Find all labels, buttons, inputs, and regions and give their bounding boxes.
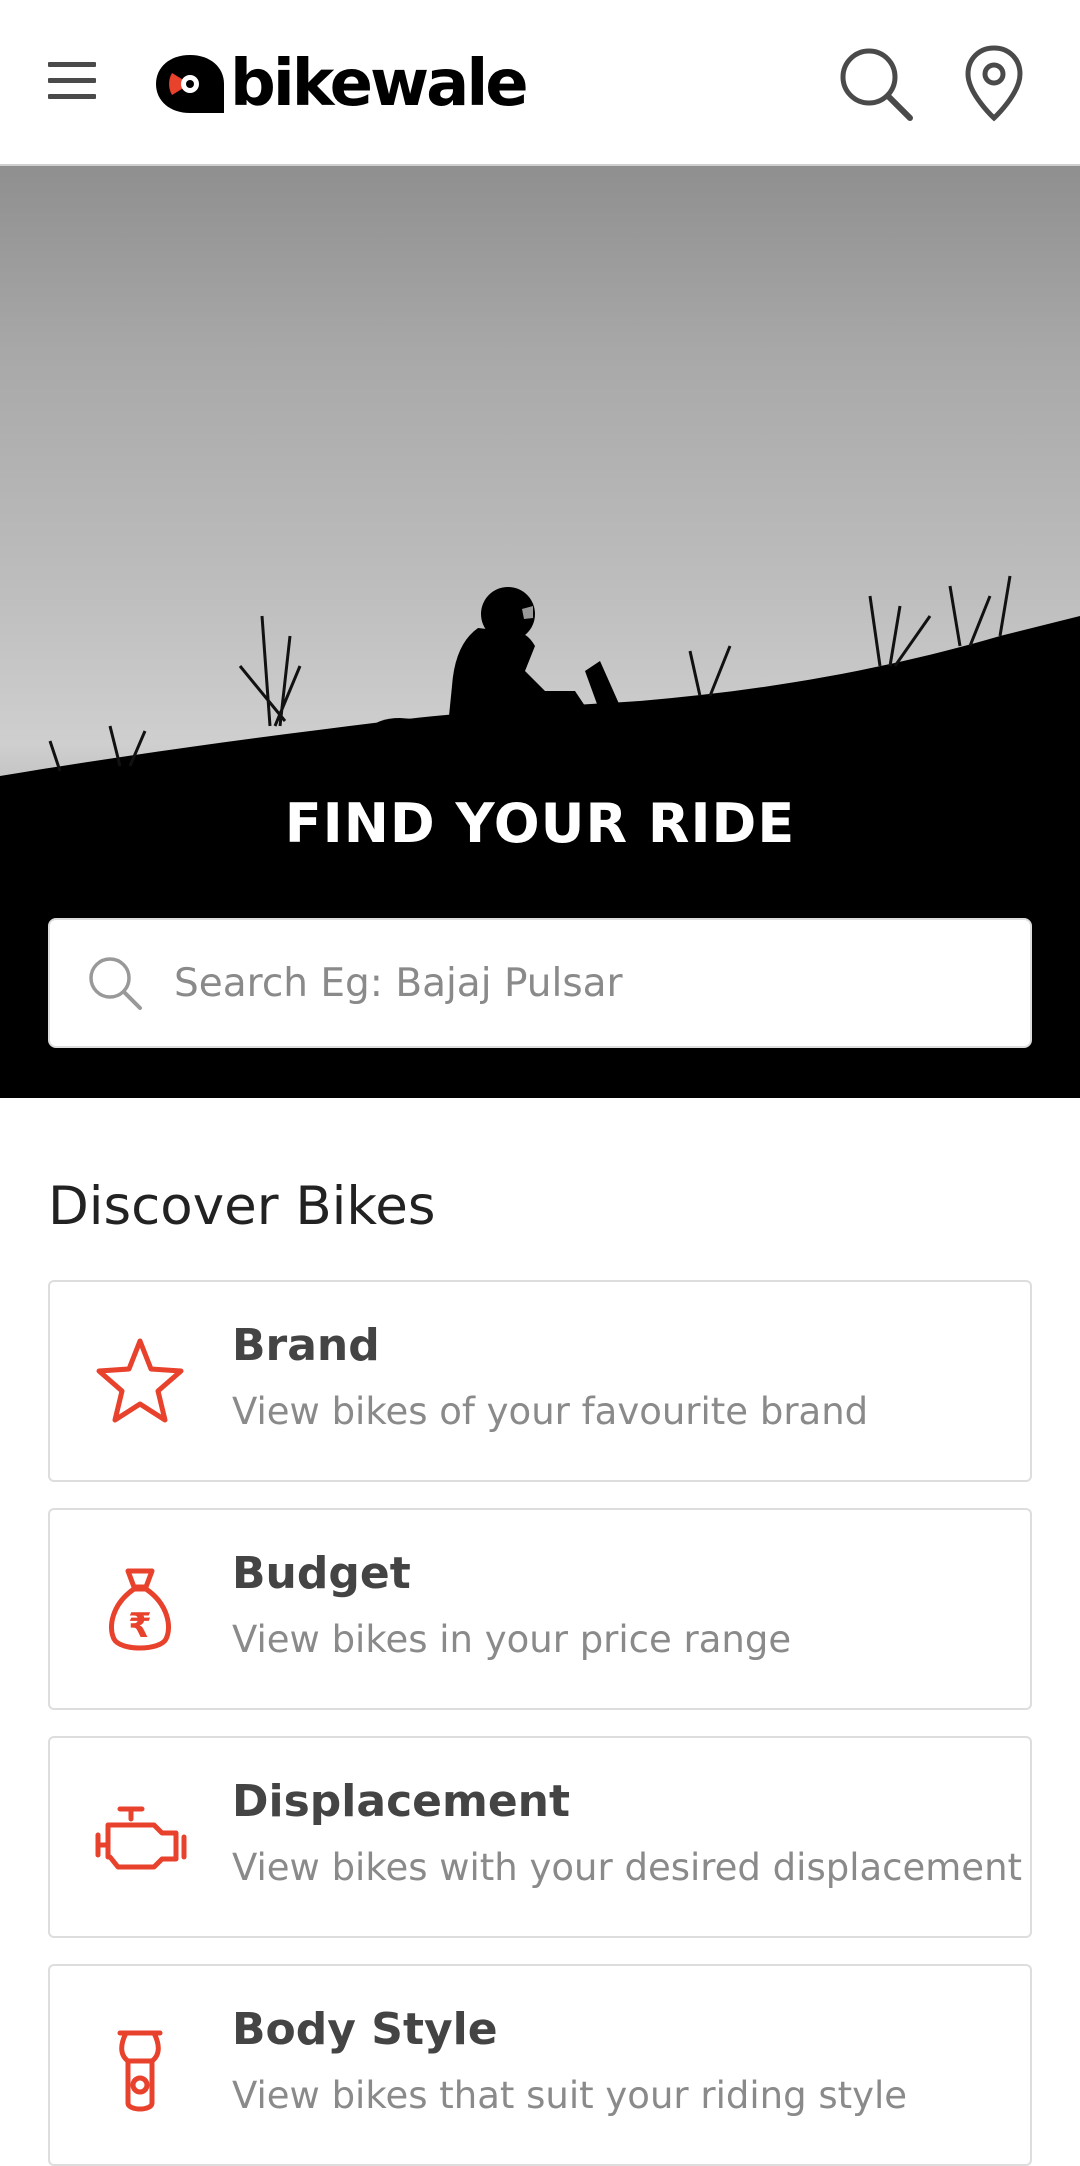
card-title: Brand [232,1320,380,1371]
discover-card-displacement[interactable]: Displacement View bikes with your desire… [48,1736,1032,1938]
card-description: View bikes with your desired displacemen… [232,1846,1023,1889]
search-placeholder: Search Eg: Bajaj Pulsar [174,960,623,1006]
star-icon [96,1338,184,1423]
hero-title: FIND YOUR RIDE [284,792,796,855]
discover-card-brand[interactable]: Brand View bikes of your favourite brand [48,1280,1032,1482]
card-title: Displacement [232,1776,571,1827]
engine-icon [95,1806,187,1870]
top-app-bar: bikewale [0,0,1080,166]
search-icon[interactable] [836,44,916,124]
card-description: View bikes of your favourite brand [232,1390,869,1433]
hamburger-menu-icon[interactable] [48,62,96,104]
discover-card-budget[interactable]: ₹ Budget View bikes in your price range [48,1508,1032,1710]
discover-bikes-title: Discover Bikes [48,1176,436,1237]
scooter-icon [117,2030,163,2112]
hero-banner: FIND YOUR RIDE Search Eg: Bajaj Pulsar [0,166,1080,1098]
card-description: View bikes in your price range [232,1618,792,1661]
bikewale-logo[interactable]: bikewale [154,46,529,121]
svg-text:₹: ₹ [128,1606,152,1646]
bikewale-logo-mark [156,54,224,113]
card-title: Body Style [232,2004,498,2055]
discover-card-body-style[interactable]: Body Style View bikes that suit your rid… [48,1964,1032,2166]
money-bag-rupee-icon: ₹ [109,1568,171,1651]
search-icon [89,957,142,1010]
card-title: Budget [232,1548,411,1599]
location-pin-icon[interactable] [964,44,1024,124]
card-description: View bikes that suit your riding style [232,2074,908,2117]
logo-text: bikewale [230,46,529,121]
search-input[interactable]: Search Eg: Bajaj Pulsar [48,918,1032,1048]
